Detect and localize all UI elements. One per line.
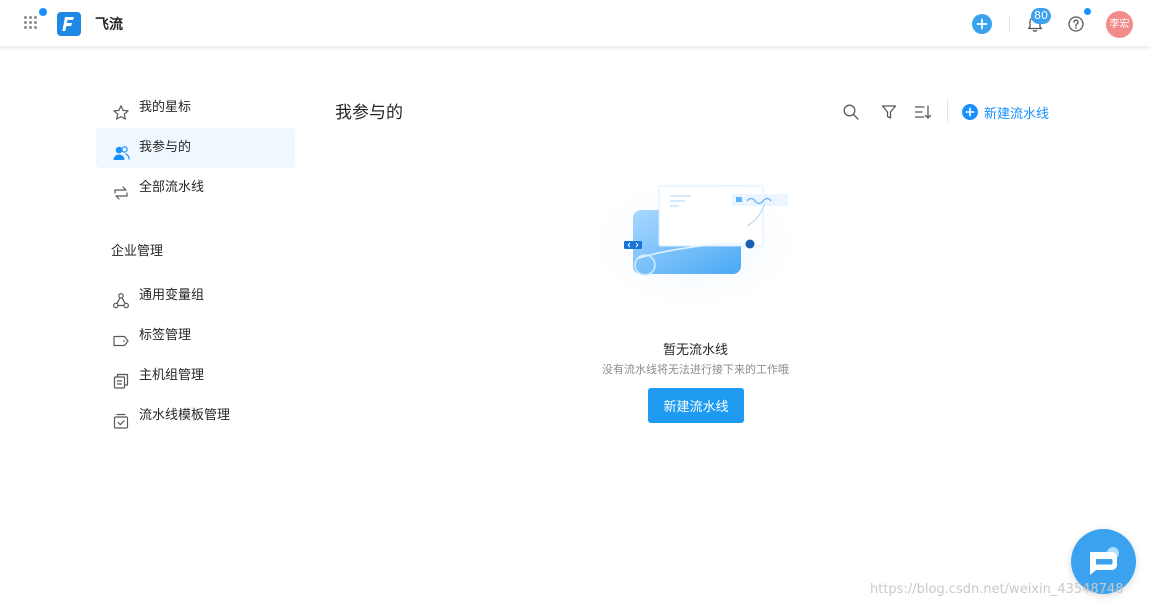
- template-box-icon: [112, 407, 130, 429]
- help-notification-dot: [1084, 8, 1091, 15]
- sort-icon[interactable]: [914, 103, 932, 121]
- top-bar: 飞流 80 李宏: [0, 0, 1151, 47]
- filter-icon[interactable]: [880, 103, 898, 121]
- plus-circle-icon: [962, 104, 978, 120]
- new-pipeline-link-label: 新建流水线: [984, 106, 1050, 122]
- toolbar-divider: [1009, 15, 1010, 32]
- sidebar: 我的星标 我参与的 全部流水线 企业管理 通用变量组 标签管理 主机组管理 流水…: [96, 88, 295, 436]
- sidebar-item-label: 全部流水线: [139, 180, 205, 195]
- help-icon[interactable]: [1068, 16, 1084, 32]
- global-add-button[interactable]: [972, 14, 992, 34]
- app-name[interactable]: 飞流: [95, 14, 123, 34]
- empty-state-description: 没有流水线将无法进行接下来的工作哦: [602, 363, 789, 376]
- app-grid-notification-dot: [39, 8, 47, 16]
- notification-count-badge[interactable]: 80: [1031, 8, 1051, 24]
- share-nodes-icon: [112, 287, 130, 309]
- empty-state-illustration: [575, 150, 815, 310]
- sidebar-item-variable-groups[interactable]: 通用变量组: [96, 276, 295, 316]
- new-pipeline-link[interactable]: 新建流水线: [962, 102, 1049, 122]
- watermark-text: https://blog.csdn.net/weixin_43548748: [870, 582, 1124, 597]
- app-grid-icon[interactable]: [24, 16, 38, 30]
- sidebar-item-starred[interactable]: 我的星标: [96, 88, 295, 128]
- page-title: 我参与的: [335, 103, 403, 123]
- sidebar-item-label: 流水线模板管理: [139, 408, 231, 423]
- empty-state-title: 暂无流水线: [662, 343, 728, 358]
- app-logo-icon[interactable]: [57, 12, 81, 36]
- sidebar-item-label: 通用变量组: [139, 288, 205, 303]
- sidebar-group-title: 企业管理: [111, 244, 164, 259]
- sidebar-item-label: 我的星标: [139, 100, 192, 115]
- user-group-icon: [112, 139, 130, 160]
- star-icon: [112, 99, 130, 120]
- swap-icon: [112, 179, 130, 200]
- sidebar-item-label: 我参与的: [139, 140, 192, 155]
- sidebar-item-participated[interactable]: 我参与的: [96, 128, 295, 168]
- toolbar-divider: [947, 100, 948, 122]
- sidebar-item-all-pipelines[interactable]: 全部流水线: [96, 168, 295, 208]
- sidebar-item-pipeline-templates[interactable]: 流水线模板管理: [96, 396, 295, 436]
- search-icon[interactable]: [842, 103, 860, 121]
- create-pipeline-button[interactable]: 新建流水线: [648, 388, 744, 423]
- user-avatar[interactable]: 李宏: [1106, 11, 1133, 38]
